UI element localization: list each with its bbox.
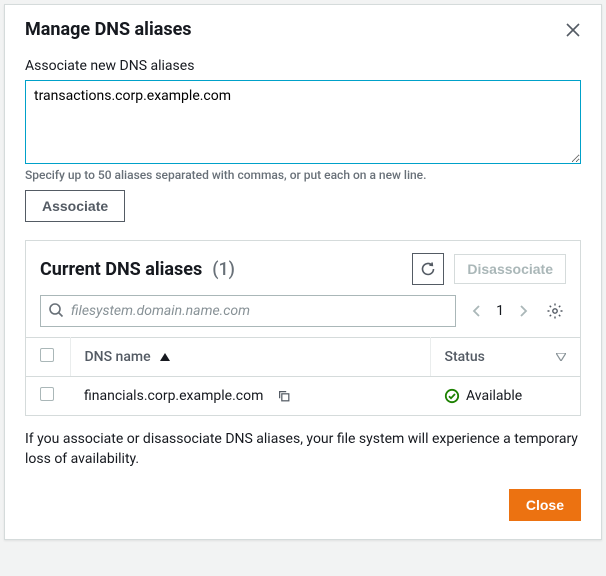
chevron-left-icon (472, 304, 482, 318)
associate-label: Associate new DNS aliases (25, 58, 581, 74)
chevron-right-icon (518, 304, 528, 318)
prev-page-button[interactable] (468, 302, 486, 320)
footer-note: If you associate or disassociate DNS ali… (5, 416, 601, 473)
associate-button[interactable]: Associate (25, 190, 125, 222)
modal-header: Manage DNS aliases (5, 5, 601, 52)
table-row: financials.corp.example.com Available (26, 377, 580, 416)
status-cell: Available (444, 388, 566, 404)
search-input[interactable] (40, 295, 456, 327)
close-button[interactable]: Close (509, 489, 581, 521)
panel-toolbar: 1 (26, 295, 580, 337)
dns-name-cell: financials.corp.example.com (84, 388, 263, 404)
modal-title: Manage DNS aliases (25, 19, 565, 40)
dns-name-header[interactable]: DNS name (70, 338, 430, 377)
copy-button[interactable] (277, 389, 291, 403)
search-wrap (40, 295, 456, 327)
panel-title: Current DNS aliases (40, 259, 202, 280)
sort-asc-icon (160, 349, 170, 365)
select-all-header (26, 338, 70, 377)
modal-footer: Close (5, 473, 601, 539)
copy-icon (277, 389, 291, 403)
page-number: 1 (496, 303, 504, 319)
row-checkbox[interactable] (40, 387, 54, 401)
close-icon[interactable] (565, 22, 581, 38)
settings-button[interactable] (544, 300, 566, 322)
manage-dns-aliases-modal: Manage DNS aliases Associate new DNS ali… (4, 4, 602, 540)
status-header[interactable]: Status (430, 338, 580, 377)
alias-count: (1) (212, 259, 235, 280)
current-aliases-panel: Current DNS aliases (1) Disassociate 1 (25, 240, 581, 416)
associate-section: Associate new DNS aliases transactions.c… (5, 58, 601, 222)
check-circle-icon (444, 388, 460, 404)
table-header-row: DNS name Status (26, 338, 580, 377)
alias-input[interactable]: transactions.corp.example.com (25, 80, 581, 164)
refresh-icon (420, 261, 436, 277)
pager: 1 (468, 302, 532, 320)
panel-header: Current DNS aliases (1) Disassociate (26, 241, 580, 295)
gear-icon (546, 302, 564, 320)
select-all-checkbox[interactable] (40, 348, 54, 362)
disassociate-button[interactable]: Disassociate (454, 254, 566, 284)
next-page-button[interactable] (514, 302, 532, 320)
refresh-button[interactable] (412, 253, 444, 285)
aliases-table: DNS name Status (26, 337, 580, 415)
sort-none-icon (556, 349, 566, 365)
associate-hint: Specify up to 50 aliases separated with … (25, 168, 581, 182)
search-icon (48, 302, 64, 318)
